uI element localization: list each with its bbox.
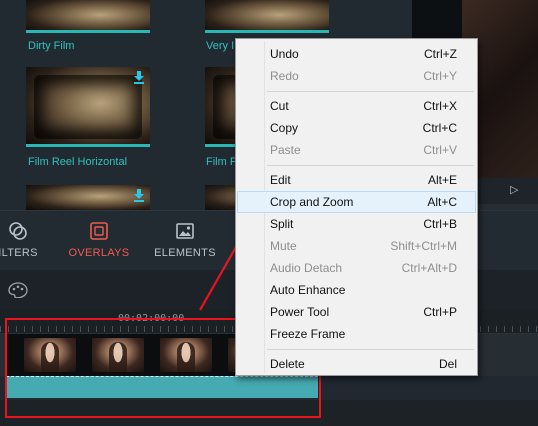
menu-item-label: Crop and Zoom: [270, 195, 354, 209]
menu-separator: [267, 165, 474, 166]
menu-item-label: Split: [270, 217, 294, 231]
menu-item-label: Freeze Frame: [270, 327, 346, 341]
menu-item-label: Undo: [270, 47, 299, 61]
menu-item-freeze-frame[interactable]: Freeze Frame: [237, 323, 476, 345]
menu-item-shortcut: Alt+E: [427, 173, 457, 187]
menu-item-edit[interactable]: Edit Alt+E: [237, 169, 476, 191]
menu-item-label: Cut: [270, 99, 289, 113]
menu-item-shortcut: Ctrl+B: [423, 217, 457, 231]
menu-item-label: Power Tool: [270, 305, 330, 319]
menu-item-redo[interactable]: Redo Ctrl+Y: [237, 65, 476, 87]
menu-item-shortcut: Del: [438, 357, 457, 371]
menu-item-power-tool[interactable]: Power Tool Ctrl+P: [237, 301, 476, 323]
menu-item-paste[interactable]: Paste Ctrl+V: [237, 139, 476, 161]
menu-item-mute[interactable]: Mute Shift+Ctrl+M: [237, 235, 476, 257]
menu-item-shortcut: Ctrl+Z: [424, 47, 457, 61]
menu-item-label: Edit: [270, 173, 291, 187]
menu-item-shortcut: Ctrl+V: [423, 143, 457, 157]
context-menu: Undo Ctrl+Z Redo Ctrl+Y Cut Ctrl+X Copy …: [235, 38, 478, 376]
menu-item-label: Copy: [270, 121, 299, 135]
menu-item-shortcut: Ctrl+X: [423, 99, 457, 113]
menu-item-label: Redo: [270, 69, 299, 83]
menu-item-auto-enhance[interactable]: Auto Enhance: [237, 279, 476, 301]
menu-item-shortcut: Shift+Ctrl+M: [390, 239, 457, 253]
menu-item-cut[interactable]: Cut Ctrl+X: [237, 95, 476, 117]
menu-separator: [267, 91, 474, 92]
menu-item-shortcut: Ctrl+Y: [423, 69, 457, 83]
menu-separator: [267, 349, 474, 350]
menu-item-shortcut: Ctrl+C: [422, 121, 457, 135]
menu-item-label: Paste: [270, 143, 301, 157]
menu-item-copy[interactable]: Copy Ctrl+C: [237, 117, 476, 139]
menu-item-split[interactable]: Split Ctrl+B: [237, 213, 476, 235]
menu-item-delete[interactable]: Delete Del: [237, 353, 476, 375]
menu-item-audio-detach[interactable]: Audio Detach Ctrl+Alt+D: [237, 257, 476, 279]
menu-item-shortcut: Alt+C: [427, 195, 457, 209]
menu-item-label: Mute: [270, 239, 297, 253]
menu-item-label: Auto Enhance: [270, 283, 346, 297]
menu-item-undo[interactable]: Undo Ctrl+Z: [237, 43, 476, 65]
menu-item-label: Delete: [270, 357, 305, 371]
menu-item-crop-and-zoom[interactable]: Crop and Zoom Alt+C: [237, 191, 476, 213]
menu-item-label: Audio Detach: [270, 261, 343, 275]
menu-item-shortcut: Ctrl+P: [423, 305, 457, 319]
menu-item-shortcut: Ctrl+Alt+D: [401, 261, 457, 275]
